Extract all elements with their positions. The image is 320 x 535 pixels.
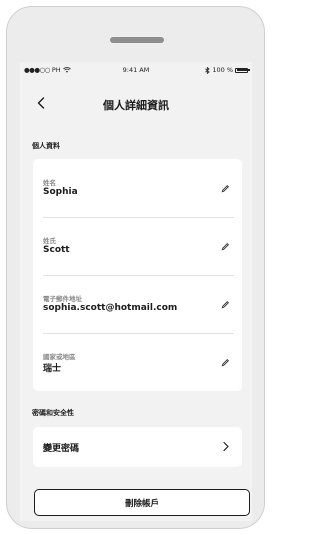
battery-percent: 100 % bbox=[212, 66, 233, 74]
personal-info-card: 姓名 Sophia 姓氏 Scott 電子郵件地址 sophia.scott@h… bbox=[33, 159, 242, 391]
app-screen: ●●●○○ PH 9:41 AM 100 % 個人詳細資訊 個人資料 姓名 So… bbox=[20, 62, 252, 521]
field-label: 姓名 bbox=[43, 179, 56, 187]
edit-pencil-icon[interactable] bbox=[221, 358, 230, 367]
phone-speaker bbox=[110, 37, 164, 43]
field-country[interactable]: 國家或地區 瑞士 bbox=[33, 333, 242, 391]
field-label: 電子郵件地址 bbox=[43, 295, 82, 303]
field-last-name[interactable]: 姓氏 Scott bbox=[33, 217, 242, 275]
battery-fill bbox=[236, 69, 247, 71]
edit-pencil-icon[interactable] bbox=[221, 184, 230, 193]
field-value: 瑞士 bbox=[43, 364, 62, 374]
security-card: 變更密碼 bbox=[33, 427, 242, 467]
battery-icon bbox=[235, 67, 250, 73]
field-value: Sophia bbox=[43, 187, 78, 197]
status-right: 100 % bbox=[205, 66, 250, 74]
delete-account-button[interactable]: 刪除帳戶 bbox=[34, 489, 250, 516]
field-value: Scott bbox=[43, 245, 70, 255]
edit-pencil-icon[interactable] bbox=[221, 300, 230, 309]
phone-frame: ●●●○○ PH 9:41 AM 100 % 個人詳細資訊 個人資料 姓名 So… bbox=[6, 6, 265, 529]
field-first-name[interactable]: 姓名 Sophia bbox=[33, 159, 242, 217]
field-label: 姓氏 bbox=[43, 237, 56, 245]
change-password-label: 變更密碼 bbox=[43, 444, 80, 454]
chevron-right-icon bbox=[223, 441, 229, 452]
change-password-row[interactable]: 變更密碼 bbox=[33, 427, 242, 467]
field-label: 國家或地區 bbox=[43, 353, 76, 361]
nav-bar: 個人詳細資訊 bbox=[20, 88, 252, 118]
field-value: sophia.scott@hotmail.com bbox=[43, 303, 178, 313]
section-header-security: 密碼和安全性 bbox=[32, 409, 74, 417]
page-title: 個人詳細資訊 bbox=[103, 99, 169, 112]
section-header-personal: 個人資料 bbox=[32, 142, 60, 150]
edit-pencil-icon[interactable] bbox=[221, 242, 230, 251]
field-email[interactable]: 電子郵件地址 sophia.scott@hotmail.com bbox=[33, 275, 242, 333]
status-bar: ●●●○○ PH 9:41 AM 100 % bbox=[20, 62, 252, 78]
bluetooth-icon bbox=[205, 66, 210, 74]
